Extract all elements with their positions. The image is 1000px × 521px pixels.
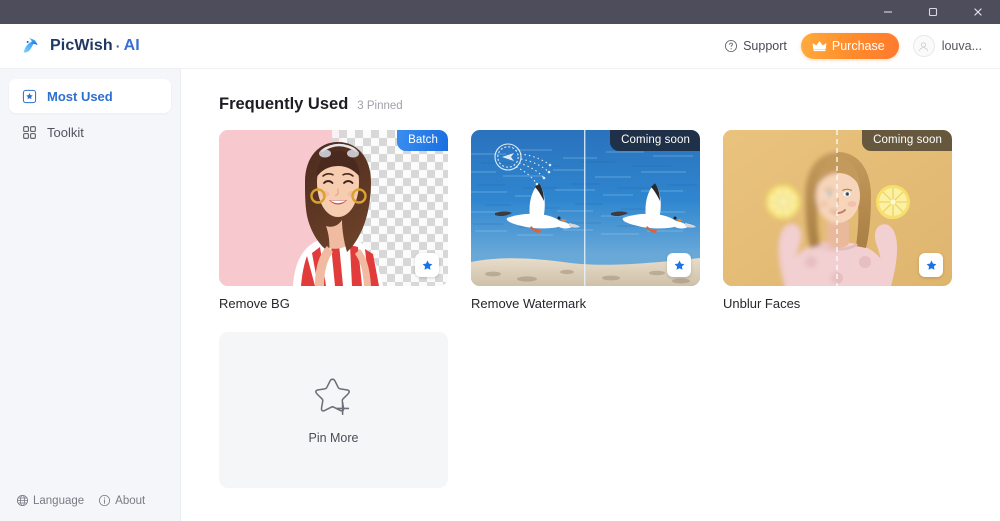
pin-toggle-remove-watermark[interactable] [667,253,691,277]
tool-card-grid: Batch Remove BG Coming soon Remove Water… [219,130,971,488]
support-link[interactable]: Support [724,39,787,53]
user-menu[interactable]: louva... [912,35,982,57]
crown-icon [812,40,827,52]
picwish-app-window: PicWish · AI Support Purchase louva... M… [0,0,1000,521]
pin-more-card[interactable]: Pin More [219,332,448,488]
star-filled-icon [673,259,686,272]
header-actions: Support Purchase louva... [724,33,982,59]
tool-card-label-remove-bg: Remove BG [219,296,290,311]
username-label: louva... [941,39,982,53]
sidebar-nav: Most Used Toolkit [0,79,180,149]
brand-separator: · [115,38,121,54]
info-circle-icon [98,494,111,507]
card-badge-coming-soon-watermark: Coming soon [610,130,700,151]
language-label: Language [33,494,85,507]
pin-more-label: Pin More [308,431,359,445]
about-label: About [115,494,146,507]
window-titlebar [0,0,1000,24]
grid-squares-icon [21,124,37,140]
unblur-faces-illustration [723,130,952,286]
app-body: Most Used Toolkit Language About Frequen… [0,69,1000,521]
pin-more-placeholder[interactable]: Pin More [219,332,448,488]
tool-thumbnail-unblur-faces[interactable]: Coming soon [723,130,952,286]
tool-card-label-unblur-faces: Unblur Faces [723,296,801,311]
remove-watermark-illustration [471,130,700,286]
star-badge-icon [21,88,37,104]
brand-suffix: AI [123,37,140,54]
question-circle-icon [724,39,738,53]
sidebar: Most Used Toolkit Language About [0,69,181,521]
sidebar-item-most-used[interactable]: Most Used [9,79,171,113]
tool-thumbnail-remove-bg[interactable]: Batch [219,130,448,286]
page-title: Frequently Used [219,95,349,113]
sidebar-item-label-toolkit: Toolkit [47,124,84,140]
tool-card-remove-watermark[interactable]: Coming soon Remove Watermark [471,130,700,311]
star-plus-outline-icon [311,375,357,419]
support-label: Support [743,39,787,53]
user-avatar-icon [912,35,935,57]
tool-card-label-remove-watermark: Remove Watermark [471,296,587,311]
card-badge-batch: Batch [397,130,448,151]
picwish-logo-icon [20,35,42,57]
sidebar-footer: Language About [0,494,180,521]
purchase-label: Purchase [831,39,885,53]
globe-icon [16,494,29,507]
card-badge-coming-soon-unblur: Coming soon [862,130,952,151]
tool-thumbnail-remove-watermark[interactable]: Coming soon [471,130,700,286]
window-minimize-button[interactable] [865,0,910,24]
purchase-button[interactable]: Purchase [800,33,899,59]
sidebar-item-toolkit[interactable]: Toolkit [9,115,171,149]
main-content: Frequently Used 3 Pinned Batch Remove BG… [181,69,1000,521]
window-maximize-button[interactable] [910,0,955,24]
remove-bg-illustration [219,130,383,286]
pinned-count-label: 3 Pinned [357,100,403,112]
brand-logo: PicWish · AI [20,35,140,57]
pin-toggle-remove-bg[interactable] [415,253,439,277]
section-header: Frequently Used 3 Pinned [219,95,1000,114]
window-close-button[interactable] [955,0,1000,24]
brand-name: PicWish · AI [50,37,140,55]
tool-card-remove-bg[interactable]: Batch Remove BG [219,130,448,311]
sidebar-item-label-most-used: Most Used [47,88,113,104]
brand-name-text: PicWish [50,37,113,54]
star-filled-icon [925,259,938,272]
pin-toggle-unblur-faces[interactable] [919,253,943,277]
tool-card-unblur-faces[interactable]: Coming soon Unblur Faces [723,130,952,311]
about-button[interactable]: About [98,494,145,507]
app-header: PicWish · AI Support Purchase louva... [0,24,1000,69]
language-button[interactable]: Language [16,494,84,507]
star-filled-icon [421,259,434,272]
